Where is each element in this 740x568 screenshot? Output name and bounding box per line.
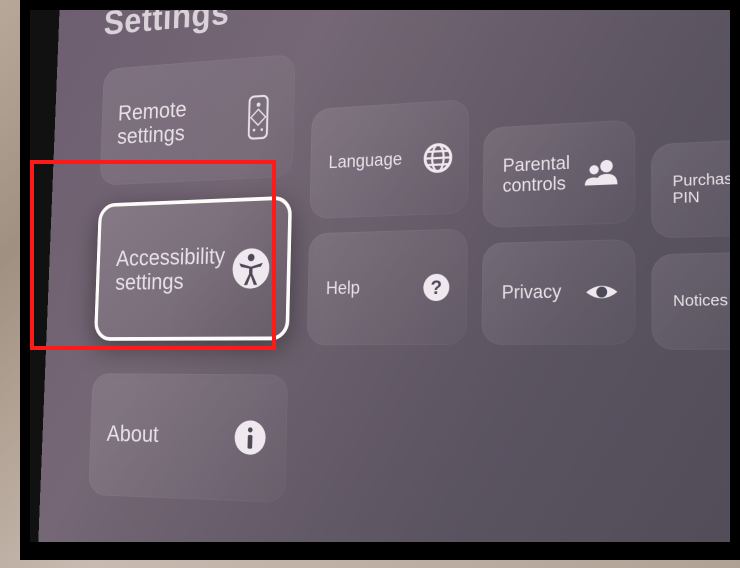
tile-label: Privacy [502,282,562,303]
info-icon [229,415,271,461]
tile-language[interactable]: Language [309,99,469,219]
people-icon [583,153,620,192]
tile-label: Remote settings [117,95,220,150]
annotation-highlight [30,160,276,350]
tile-purchase-pin[interactable]: Purchase PIN [651,137,740,239]
tile-label: About [106,422,159,448]
tile-label: Purchase PIN [673,170,740,208]
tile-parental-controls[interactable]: Parental controls [483,119,636,228]
eye-icon [583,273,621,311]
page-title: Settings [103,0,230,43]
tile-label: Notices [673,292,728,310]
tile-privacy[interactable]: Privacy [481,239,635,345]
globe-icon [421,139,456,176]
tile-label: Help [326,278,360,298]
tile-label: Language [328,150,402,173]
tile-help[interactable]: Help ? [307,228,468,345]
remote-icon [238,94,279,139]
tile-label: Parental controls [503,153,575,196]
tile-about[interactable]: About [88,373,288,503]
tile-notices[interactable]: Notices [651,251,740,350]
scene: Settings 8:16p Remote settings Accessibi… [0,0,740,568]
svg-text:?: ? [430,276,442,298]
question-icon: ? [419,268,454,305]
